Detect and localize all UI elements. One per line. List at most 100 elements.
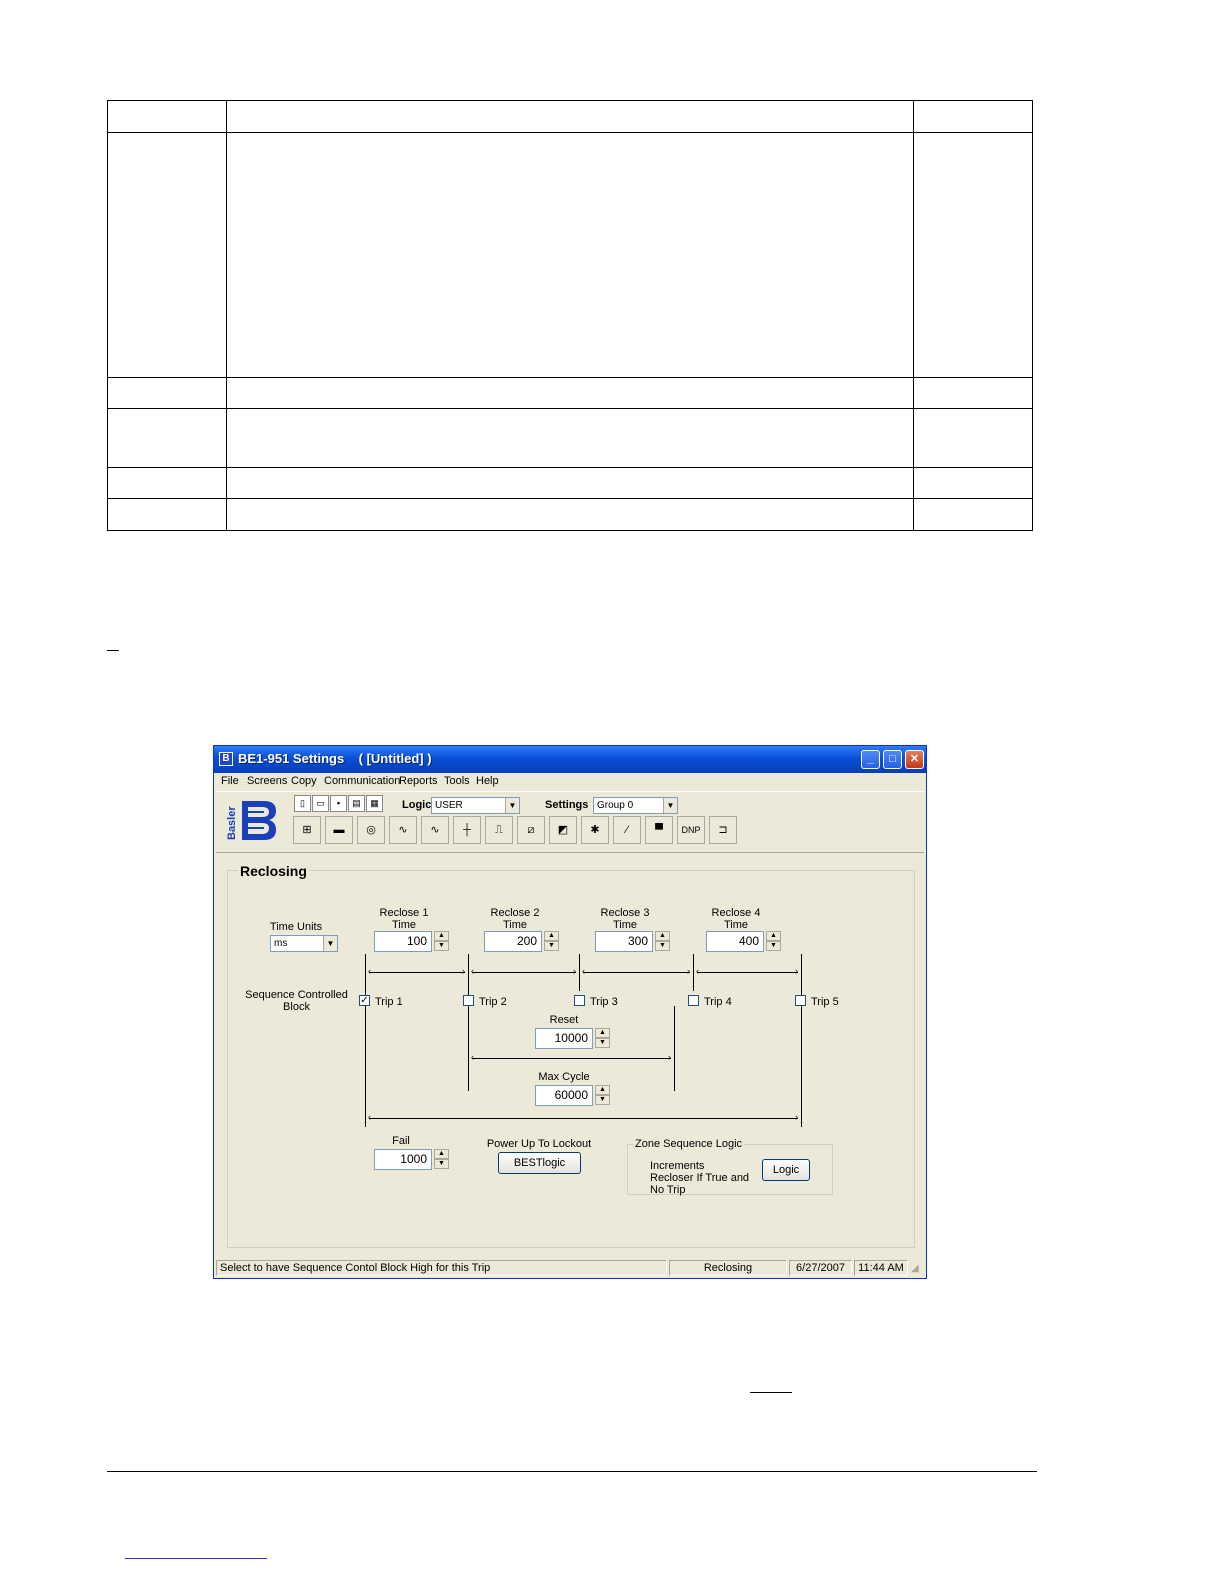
menu-tools[interactable]: Tools [444,775,470,787]
spin-up-icon[interactable]: ▲ [595,1085,610,1095]
reset-input[interactable]: 10000 [535,1028,593,1049]
status-date: 6/27/2007 [789,1260,852,1276]
trip-1-label: Trip 1 [375,996,403,1008]
spin-up-icon[interactable]: ▲ [434,1149,449,1159]
reset-spinner[interactable]: ▲ ▼ [595,1028,610,1049]
new-file-icon[interactable]: ▯ [294,795,311,812]
minimize-button[interactable]: _ [861,750,880,769]
fail-input[interactable]: 1000 [374,1149,432,1170]
io-icon[interactable]: ⁄ [613,816,641,844]
title-bar[interactable]: B BE1-951 Settings ( [Untitled] ) _ □ ✕ [214,746,926,773]
text-dash [107,650,119,651]
print-icon[interactable]: ▤ [348,795,365,812]
reclose-1-input[interactable]: 100 [374,931,432,952]
chevron-down-icon[interactable]: ▼ [323,936,337,951]
footer-rule [107,1471,1037,1472]
reclose-4-spinner[interactable]: ▲ ▼ [766,931,781,952]
properties-icon[interactable]: ▦ [366,795,383,812]
spin-down-icon[interactable]: ▼ [655,941,670,951]
trip-2-line [468,954,469,1091]
time-units-select[interactable]: ms ▼ [270,935,338,952]
clock-icon[interactable]: ◎ [357,816,385,844]
arrow-left-icon: ‹ [471,966,474,976]
power-up-lockout-label: Power Up To Lockout [486,1138,592,1150]
spin-up-icon[interactable]: ▲ [766,931,781,941]
trip-1-line [365,954,366,1127]
menu-bar: File Screens Copy Communication Reports … [214,773,926,791]
dnp-button[interactable]: DNP [677,816,705,844]
spin-down-icon[interactable]: ▼ [595,1038,610,1048]
timer-icon[interactable]: ◩ [549,816,577,844]
current-wave-icon[interactable]: ∿ [389,816,417,844]
close-button[interactable]: ✕ [905,750,924,769]
spin-up-icon[interactable]: ▲ [544,931,559,941]
bestlogic-button[interactable]: BESTlogic [498,1152,581,1174]
reclose-2-spinner[interactable]: ▲ ▼ [544,931,559,952]
status-screen: Reclosing [669,1260,787,1276]
menu-help[interactable]: Help [476,775,499,787]
frequency-icon[interactable]: ┼ [453,816,481,844]
arrow-right-icon: › [795,966,798,976]
reclose-1-arrow [369,972,465,973]
open-folder-icon[interactable]: ▭ [312,795,329,812]
arrow-left-icon: ‹ [471,1052,474,1062]
logic-button[interactable]: Logic [762,1159,810,1181]
trip-5-checkbox[interactable] [795,995,806,1006]
max-cycle-input[interactable]: 60000 [535,1085,593,1106]
menu-copy[interactable]: Copy [291,775,317,787]
status-time: 11:44 AM [854,1260,908,1276]
spin-up-icon[interactable]: ▲ [655,931,670,941]
spin-down-icon[interactable]: ▼ [434,1159,449,1169]
trip-1-checkbox[interactable]: ✓ [359,995,370,1006]
table-row [107,377,1033,409]
arrow-left-icon: ‹ [368,1112,371,1122]
test-icon[interactable]: ▀ [645,816,673,844]
menu-reports[interactable]: Reports [399,775,438,787]
alarm-icon[interactable]: ✱ [581,816,609,844]
reset-arrow [472,1058,671,1059]
spin-up-icon[interactable]: ▲ [595,1028,610,1038]
maximize-button[interactable]: □ [883,750,902,769]
sequence-block-label: Sequence Controlled Block [245,989,348,1013]
fail-spinner[interactable]: ▲ ▼ [434,1149,449,1170]
reclose-1-spinner[interactable]: ▲ ▼ [434,931,449,952]
table-row [107,467,1033,499]
reclose-4-input[interactable]: 400 [706,931,764,952]
spin-down-icon[interactable]: ▼ [766,941,781,951]
trip-2-checkbox[interactable] [463,995,474,1006]
menu-communication[interactable]: Communication [324,775,400,787]
trip-4-line [693,954,694,991]
spin-down-icon[interactable]: ▼ [595,1095,610,1105]
logic-gate-icon[interactable]: ⊐ [709,816,737,844]
logic-select[interactable]: USER ▼ [431,797,520,814]
pulse-icon[interactable]: ⎍ [485,816,513,844]
settings-label: Settings [545,799,589,811]
chevron-down-icon[interactable]: ▼ [505,798,519,813]
save-icon[interactable]: ▪ [330,795,347,812]
spin-down-icon[interactable]: ▼ [544,941,559,951]
resize-grip-icon[interactable]: ◢ [911,1263,919,1274]
settings-window: B BE1-951 Settings ( [Untitled] ) _ □ ✕ … [213,745,927,1279]
spin-down-icon[interactable]: ▼ [434,941,449,951]
arrow-right-icon: › [462,966,465,976]
trip-3-checkbox[interactable] [574,995,585,1006]
max-cycle-spinner[interactable]: ▲ ▼ [595,1085,610,1106]
status-bar: Select to have Sequence Contol Block Hig… [214,1258,926,1278]
trip-4-checkbox[interactable] [688,995,699,1006]
reclose-3-input[interactable]: 300 [595,931,653,952]
status-message: Select to have Sequence Contol Block Hig… [216,1260,667,1276]
settings-group-select[interactable]: Group 0 ▼ [593,797,678,814]
spin-up-icon[interactable]: ▲ [434,931,449,941]
voltage-wave-icon[interactable]: ∿ [421,816,449,844]
menu-screens[interactable]: Screens [247,775,287,787]
reclose-3-spinner[interactable]: ▲ ▼ [655,931,670,952]
general-settings-icon[interactable]: ⊞ [293,816,321,844]
reclose-2-input[interactable]: 200 [484,931,542,952]
toolbar: Basler ▯ ▭ ▪ ▤ ▦ Logic USER ▼ Settings G… [216,791,924,853]
menu-file[interactable]: File [221,775,239,787]
breaker-icon[interactable]: ⧄ [517,816,545,844]
reclose-2-arrow [472,972,576,973]
page-title: Reclosing [238,863,309,879]
relay-icon[interactable]: ▬ [325,816,353,844]
chevron-down-icon[interactable]: ▼ [663,798,677,813]
